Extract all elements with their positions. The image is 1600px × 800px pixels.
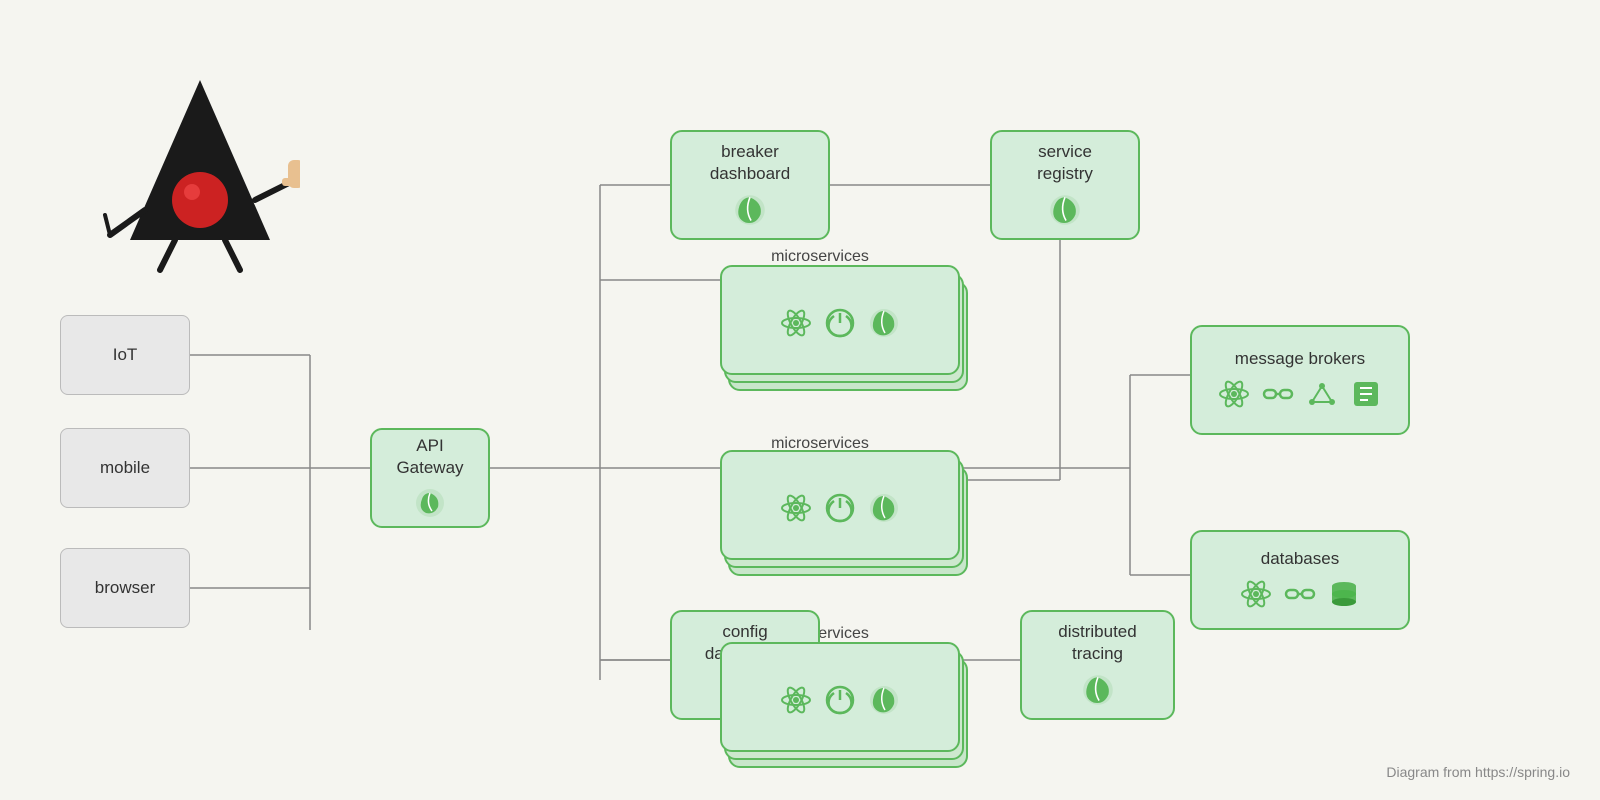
mobile-label: mobile: [100, 458, 150, 478]
mascot: [100, 60, 300, 260]
distributed-tracing-icons: [1079, 671, 1117, 709]
iot-label: IoT: [113, 345, 138, 365]
api-gateway-label: APIGateway: [396, 435, 463, 479]
api-gateway-box: APIGateway: [370, 428, 490, 528]
breaker-dashboard-box: breakerdashboard: [670, 130, 830, 240]
mobile-box: mobile: [60, 428, 190, 508]
browser-box: browser: [60, 548, 190, 628]
service-registry-box: serviceregistry: [990, 130, 1140, 240]
diagram-container: IoT mobile browser APIGateway breakerdas…: [0, 0, 1600, 800]
ms-top-icons: [778, 305, 902, 341]
microservices-top-stack: [720, 265, 960, 395]
api-gateway-icons: [412, 485, 448, 521]
breaker-dashboard-icons: [731, 191, 769, 229]
microservices-bot-stack: [720, 642, 960, 772]
microservices-mid-stack: [720, 450, 960, 580]
databases-icons: [1238, 576, 1362, 612]
ms-bot-icons: [778, 682, 902, 718]
browser-label: browser: [95, 578, 155, 598]
microservices-top-label: microservices: [720, 248, 920, 266]
message-brokers-icons: [1216, 376, 1384, 412]
distributed-tracing-box: distributedtracing: [1020, 610, 1175, 720]
service-registry-icons: [1046, 191, 1084, 229]
databases-box: databases: [1190, 530, 1410, 630]
message-brokers-box: message brokers: [1190, 325, 1410, 435]
ms-mid-icons: [778, 490, 902, 526]
databases-label: databases: [1261, 548, 1339, 570]
attribution: Diagram from https://spring.io: [1386, 764, 1570, 780]
message-brokers-label: message brokers: [1235, 348, 1365, 370]
iot-box: IoT: [60, 315, 190, 395]
distributed-tracing-label: distributedtracing: [1058, 621, 1136, 665]
service-registry-label: serviceregistry: [1037, 141, 1093, 185]
breaker-dashboard-label: breakerdashboard: [710, 141, 790, 185]
